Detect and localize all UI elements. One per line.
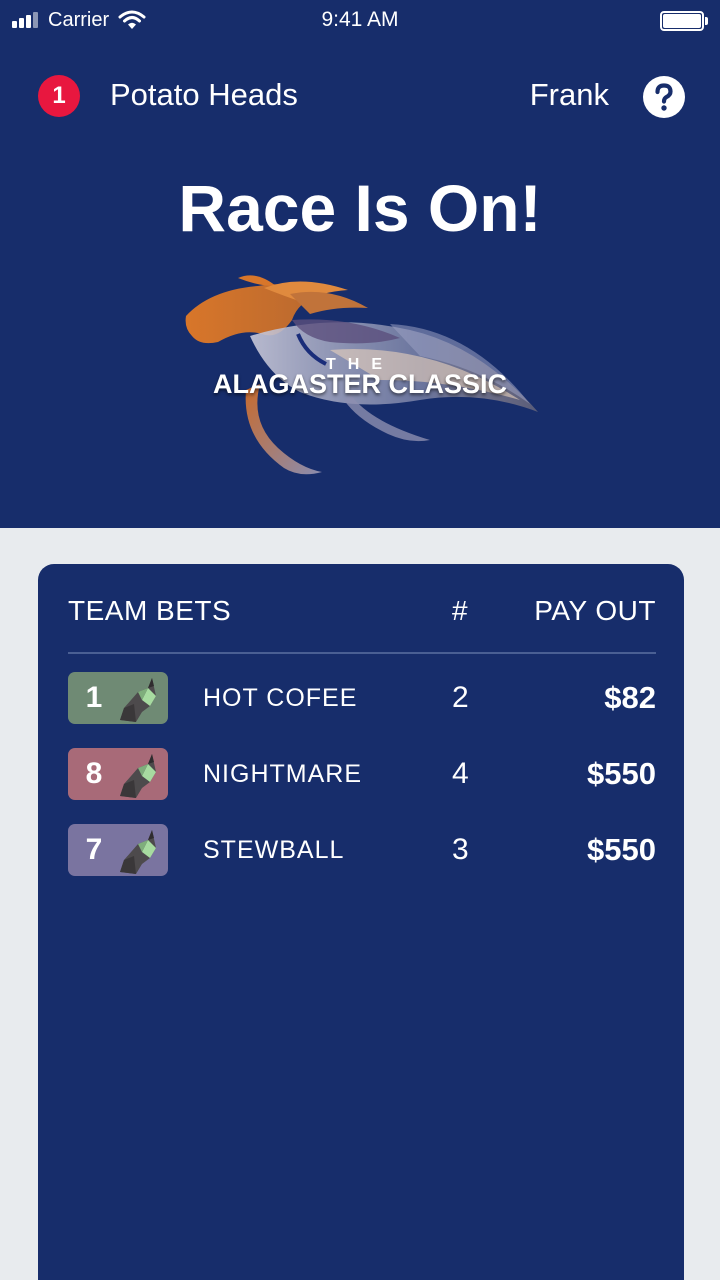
horse-post-number: 7 bbox=[85, 833, 103, 866]
horse-name: STEWBALL bbox=[203, 836, 345, 864]
question-icon bbox=[655, 83, 673, 111]
horse-post-number: 1 bbox=[85, 681, 103, 714]
battery-icon bbox=[660, 11, 708, 31]
bet-count: 4 bbox=[452, 757, 469, 790]
column-header-payout: PAY OUT bbox=[534, 595, 656, 626]
horse-tag: 8 bbox=[68, 748, 168, 800]
team-rank-badge: 1 bbox=[38, 75, 80, 117]
header-divider bbox=[68, 652, 656, 654]
logo-race-name: ALAGASTER CLASSIC bbox=[212, 369, 507, 399]
horse-tag: 1 bbox=[68, 672, 168, 724]
horse-name: HOT COFEE bbox=[203, 684, 358, 712]
bet-payout: $550 bbox=[587, 832, 656, 867]
page-title: Race Is On! bbox=[178, 171, 542, 245]
horse-tag: 7 bbox=[68, 824, 168, 876]
help-button[interactable] bbox=[643, 76, 685, 118]
column-header-count: # bbox=[452, 595, 469, 626]
horse-name: NIGHTMARE bbox=[203, 760, 362, 788]
horse-head-icon bbox=[120, 754, 156, 798]
bet-row[interactable]: 8 NIGHTMARE 4 $550 bbox=[38, 748, 684, 800]
bet-row[interactable]: 7 STEWBALL 3 $550 bbox=[38, 824, 684, 876]
bet-row[interactable]: 1 HOT COFEE 2 $82 bbox=[38, 672, 684, 724]
horse-post-number: 8 bbox=[85, 757, 103, 790]
horse-head-icon bbox=[120, 678, 156, 722]
user-name[interactable]: Frank bbox=[530, 76, 609, 114]
hero-section: Carrier 9:41 AM 1 Potato Heads Frank Rac… bbox=[0, 0, 720, 528]
horse-head-icon bbox=[120, 830, 156, 874]
team-bets-card: TEAM BETS # PAY OUT 1 HOT COFEE 2 $82 8 bbox=[38, 564, 684, 1280]
column-header-team-bets: TEAM BETS bbox=[68, 595, 232, 626]
bet-payout: $82 bbox=[604, 680, 656, 715]
bet-payout: $550 bbox=[587, 756, 656, 791]
bet-count: 2 bbox=[452, 681, 469, 714]
status-bar: Carrier 9:41 AM bbox=[0, 0, 720, 40]
bet-count: 3 bbox=[452, 833, 469, 866]
status-time: 9:41 AM bbox=[321, 8, 399, 31]
team-name[interactable]: Potato Heads bbox=[110, 76, 298, 114]
